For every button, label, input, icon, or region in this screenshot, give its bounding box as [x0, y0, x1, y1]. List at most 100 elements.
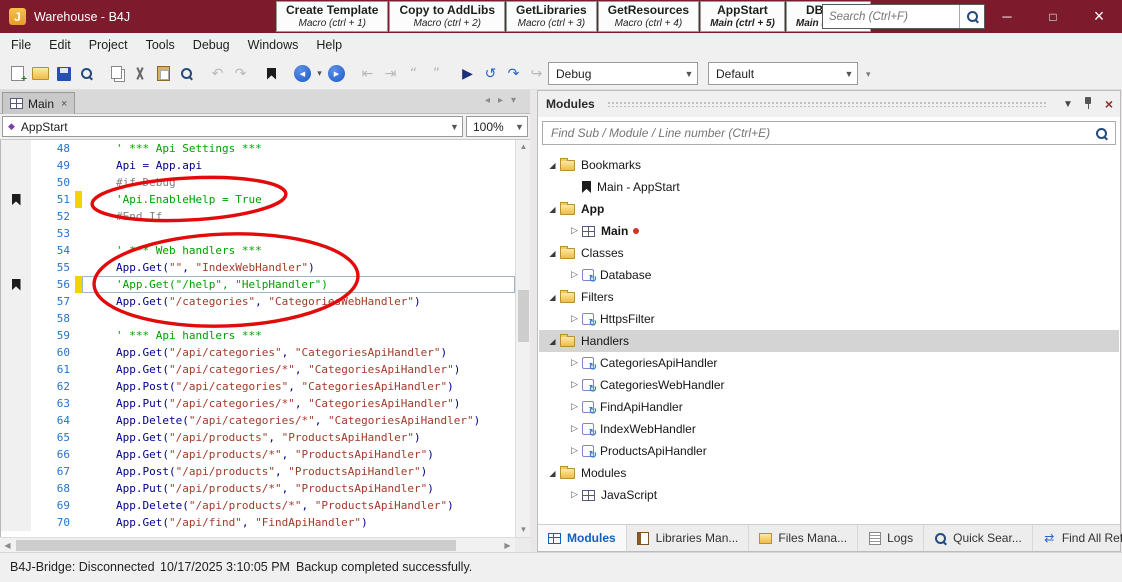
bookmark-margin[interactable] — [1, 412, 31, 429]
tree-item-categorieswebhandler[interactable]: ▷ CategoriesWebHandler — [539, 374, 1119, 396]
collapse-icon[interactable]: ◢ — [545, 337, 560, 346]
bookmark-margin[interactable] — [1, 480, 31, 497]
uncomment-icon[interactable]: ” — [425, 61, 448, 87]
expand-icon[interactable]: ▷ — [567, 402, 582, 412]
code-line-59[interactable]: 59 ' *** Api handlers *** — [1, 327, 515, 344]
bookmark-margin[interactable] — [1, 463, 31, 480]
bookmark-margin[interactable] — [1, 497, 31, 514]
tree-item-classes[interactable]: ◢ Classes — [539, 242, 1119, 264]
tree-item-indexwebhandler[interactable]: ▷ IndexWebHandler — [539, 418, 1119, 440]
comment-icon[interactable]: “ — [402, 61, 425, 87]
cut-icon[interactable] — [129, 61, 152, 87]
tree-item-main[interactable]: ▷ Main — [539, 220, 1119, 242]
navigate-back-icon[interactable] — [291, 61, 314, 87]
scroll-down-icon[interactable]: ▼ — [516, 523, 530, 537]
profile-dropdown[interactable]: Default ▼ — [708, 62, 858, 85]
code-line-57[interactable]: 57 App.Get("/categories", "CategoriesWebH… — [1, 293, 515, 310]
tree-item-modules[interactable]: ◢ Modules — [539, 462, 1119, 484]
run-icon[interactable]: ▶ — [456, 61, 479, 87]
code-line-54[interactable]: 54 ' *** Web handlers *** — [1, 242, 515, 259]
bookmark-margin[interactable] — [1, 208, 31, 225]
macro-button-getlibraries[interactable]: GetLibraries Macro (ctrl + 3) — [506, 1, 597, 32]
panel-tab-libraries-man[interactable]: Libraries Man... — [627, 525, 750, 551]
bookmark-margin[interactable] — [1, 429, 31, 446]
close-button[interactable]: × — [1076, 0, 1122, 33]
expand-icon[interactable]: ▷ — [567, 424, 582, 434]
tree-item-bookmarks[interactable]: ◢ Bookmarks — [539, 154, 1119, 176]
bookmark-margin[interactable] — [1, 327, 31, 344]
panel-tab-files-mana[interactable]: Files Mana... — [749, 525, 859, 551]
expand-icon[interactable]: ▷ — [567, 226, 582, 236]
step-over-icon[interactable]: ↷ — [502, 61, 525, 87]
menu-file[interactable]: File — [2, 33, 40, 57]
zoom-dropdown[interactable]: 100% ▼ — [466, 116, 528, 137]
code-line-69[interactable]: 69 App.Delete("/api/products/*", "Product… — [1, 497, 515, 514]
collapse-icon[interactable]: ◢ — [545, 205, 560, 214]
expand-icon[interactable]: ▷ — [567, 446, 582, 456]
toolbar-overflow-icon[interactable]: ▾ — [866, 69, 871, 80]
editor-horizontal-scrollbar[interactable]: ◀ ▶ — [0, 537, 530, 553]
bookmark-margin[interactable] — [1, 344, 31, 361]
minimize-button[interactable]: ─ — [984, 0, 1030, 33]
menu-tools[interactable]: Tools — [137, 33, 184, 57]
editor-vertical-scrollbar[interactable]: ▲ ▼ — [515, 140, 530, 537]
bookmark-margin[interactable] — [1, 157, 31, 174]
paste-icon[interactable] — [152, 61, 175, 87]
horizontal-scroll-thumb[interactable] — [16, 540, 456, 551]
step-into-icon[interactable]: ↪ — [525, 61, 548, 87]
code-line-63[interactable]: 63 App.Put("/api/categories/*", "Categori… — [1, 395, 515, 412]
bookmark-margin[interactable] — [1, 174, 31, 191]
code-line-49[interactable]: 49 Api = App.api — [1, 157, 515, 174]
modules-panel-header[interactable]: Modules ▼ × — [538, 91, 1120, 117]
tree-item-findapihandler[interactable]: ▷ FindApiHandler — [539, 396, 1119, 418]
redo-icon[interactable]: ↷ — [229, 61, 252, 87]
find-in-files-icon[interactable] — [75, 61, 98, 87]
tree-item-app[interactable]: ◢ App — [539, 198, 1119, 220]
title-bar[interactable]: J Warehouse - B4J Create Template Macro (… — [0, 0, 1122, 33]
tree-item-javascript[interactable]: ▷ JavaScript — [539, 484, 1119, 506]
bookmark-margin[interactable] — [1, 293, 31, 310]
tab-scroll-controls[interactable]: ◂▸▾ — [485, 95, 524, 106]
code-editor[interactable]: 48 ' *** Api Settings *** 49 Api = App.api 5… — [0, 140, 530, 537]
bookmark-margin[interactable] — [1, 276, 31, 293]
macro-button-create-template[interactable]: Create Template Macro (ctrl + 1) — [276, 1, 389, 32]
code-line-65[interactable]: 65 App.Get("/api/products", "ProductsApiH… — [1, 429, 515, 446]
bookmark-margin[interactable] — [1, 446, 31, 463]
tree-item-productsapihandler[interactable]: ▷ ProductsApiHandler — [539, 440, 1119, 462]
indent-icon[interactable]: ⇥ — [379, 61, 402, 87]
tree-item-httpsfilter[interactable]: ▷ HttpsFilter — [539, 308, 1119, 330]
panel-tab-find-all-referen[interactable]: Find All Referen... — [1033, 525, 1122, 551]
code-line-53[interactable]: 53 — [1, 225, 515, 242]
expand-icon[interactable]: ▷ — [567, 358, 582, 368]
code-line-58[interactable]: 58 — [1, 310, 515, 327]
new-module-icon[interactable] — [6, 61, 29, 87]
find-sub-input[interactable] — [543, 126, 1095, 140]
outdent-icon[interactable]: ⇤ — [356, 61, 379, 87]
bookmark-margin[interactable] — [1, 310, 31, 327]
panel-drag-grip[interactable] — [606, 101, 1046, 107]
resume-icon[interactable]: ↺ — [479, 61, 502, 87]
bookmark-margin[interactable] — [1, 191, 31, 208]
tree-item-handlers[interactable]: ◢ Handlers — [539, 330, 1119, 352]
code-line-48[interactable]: 48 ' *** Api Settings *** — [1, 140, 515, 157]
bookmark-margin[interactable] — [1, 259, 31, 276]
find-replace-icon[interactable] — [175, 61, 198, 87]
scroll-left-icon[interactable]: ◀ — [0, 538, 15, 553]
code-line-55[interactable]: 55 App.Get("", "IndexWebHandler") — [1, 259, 515, 276]
bookmark-margin[interactable] — [1, 514, 31, 531]
collapse-icon[interactable]: ◢ — [545, 249, 560, 258]
collapse-icon[interactable]: ◢ — [545, 469, 560, 478]
copy-icon[interactable] — [106, 61, 129, 87]
bookmark-margin[interactable] — [1, 140, 31, 157]
tab-main[interactable]: Main × — [2, 92, 76, 114]
bookmark-margin[interactable] — [1, 361, 31, 378]
tree-item-database[interactable]: ▷ Database — [539, 264, 1119, 286]
collapse-icon[interactable]: ◢ — [545, 161, 560, 170]
code-line-64[interactable]: 64 App.Delete("/api/categories/*", "Categ… — [1, 412, 515, 429]
scroll-up-icon[interactable]: ▲ — [516, 140, 530, 154]
bookmark-margin[interactable] — [1, 225, 31, 242]
tree-item-filters[interactable]: ◢ Filters — [539, 286, 1119, 308]
open-project-icon[interactable] — [29, 61, 52, 87]
code-line-66[interactable]: 66 App.Get("/api/products/*", "ProductsAp… — [1, 446, 515, 463]
panel-tab-modules[interactable]: Modules — [538, 525, 627, 551]
